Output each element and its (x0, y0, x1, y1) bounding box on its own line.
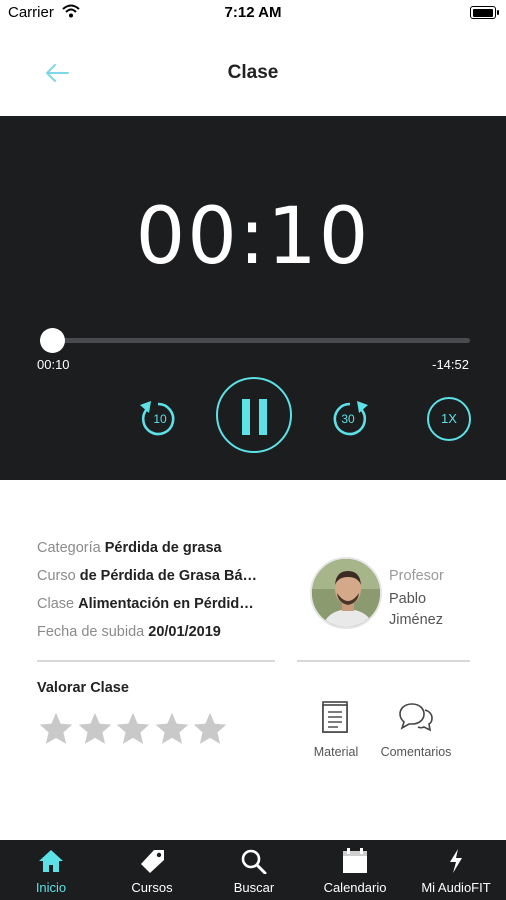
tab-label: Cursos (131, 880, 173, 895)
audio-player: 00:10 00:10 -14:52 10 30 1X (0, 116, 506, 480)
tag-icon (141, 850, 164, 873)
info-category: Categoría Pérdida de grasa (37, 540, 282, 568)
professor-name[interactable]: Pablo Jiménez (389, 589, 469, 631)
home-icon (39, 850, 63, 872)
comments-icon (399, 703, 433, 732)
tab-label: Buscar (233, 880, 275, 895)
comments-button[interactable]: Comentarios (374, 700, 458, 759)
rating-title: Valorar Clase (37, 680, 129, 696)
star-icon[interactable] (153, 710, 189, 754)
document-icon (322, 701, 348, 733)
divider (37, 660, 275, 662)
star-icon[interactable] (76, 710, 112, 754)
category-label: Categoría (37, 540, 101, 556)
course-label: Curso (37, 568, 76, 584)
pause-icon (242, 399, 250, 435)
screen: Carrier 7:12 AM Clase 00:10 00:10 -14:52 (0, 0, 506, 900)
tab-calendario[interactable]: Calendario (312, 840, 398, 900)
professor-avatar[interactable] (310, 557, 382, 629)
calendar-icon (343, 848, 367, 873)
tab-bar: Inicio Cursos Buscar Calendario Mi Audio… (0, 840, 506, 900)
search-icon (241, 849, 267, 874)
tab-label: Calendario (323, 880, 387, 895)
star-icon[interactable] (191, 710, 227, 754)
status-time: 7:12 AM (224, 4, 282, 21)
progress-thumb[interactable] (40, 328, 65, 353)
date-label: Fecha de subida (37, 624, 145, 640)
nav-header: Clase (0, 26, 506, 116)
bolt-icon (450, 849, 462, 873)
battery-icon (470, 6, 499, 19)
page-title: Clase (227, 62, 279, 83)
info-date: Fecha de subida 20/01/2019 (37, 624, 282, 652)
speed-button[interactable]: 1X (427, 397, 471, 441)
info-class: Clase Alimentación en Pérdid… (37, 596, 282, 624)
info-course: Curso de Pérdida de Grasa Bá… (37, 568, 282, 596)
pause-button[interactable] (216, 377, 292, 453)
class-value: Alimentación en Pérdid… (78, 596, 254, 612)
star-icon[interactable] (37, 710, 73, 754)
course-value: de Pérdida de Grasa Bá… (79, 568, 258, 584)
class-label: Clase (37, 596, 75, 612)
professor-role: Profesor (389, 568, 444, 584)
tab-mi-audiofit[interactable]: Mi AudioFIT (414, 840, 498, 900)
material-label: Material (313, 745, 359, 759)
tab-label: Mi AudioFIT (421, 880, 491, 895)
date-value: 20/01/2019 (148, 624, 221, 640)
status-bar: Carrier 7:12 AM (0, 0, 506, 26)
forward-button[interactable]: 30 (327, 395, 373, 441)
divider (297, 660, 470, 662)
elapsed-time: 00:10 (37, 357, 70, 372)
elapsed-clock: 00:10 (135, 192, 371, 282)
tab-buscar[interactable]: Buscar (218, 840, 290, 900)
comments-label: Comentarios (380, 745, 452, 759)
remaining-time: -14:52 (432, 357, 469, 372)
forward-label: 30 (341, 412, 355, 426)
star-icon[interactable] (114, 710, 150, 754)
tab-inicio[interactable]: Inicio (16, 840, 86, 900)
progress-slider[interactable] (40, 328, 470, 353)
tab-cursos[interactable]: Cursos (116, 840, 188, 900)
tab-label: Inicio (35, 880, 67, 895)
speed-label: 1X (441, 411, 457, 426)
material-button[interactable]: Material (306, 700, 366, 759)
rewind-button[interactable]: 10 (135, 395, 181, 441)
rewind-label: 10 (153, 412, 167, 426)
class-info: Categoría Pérdida de grasa Curso de Pérd… (37, 540, 282, 652)
category-value: Pérdida de grasa (104, 540, 222, 556)
